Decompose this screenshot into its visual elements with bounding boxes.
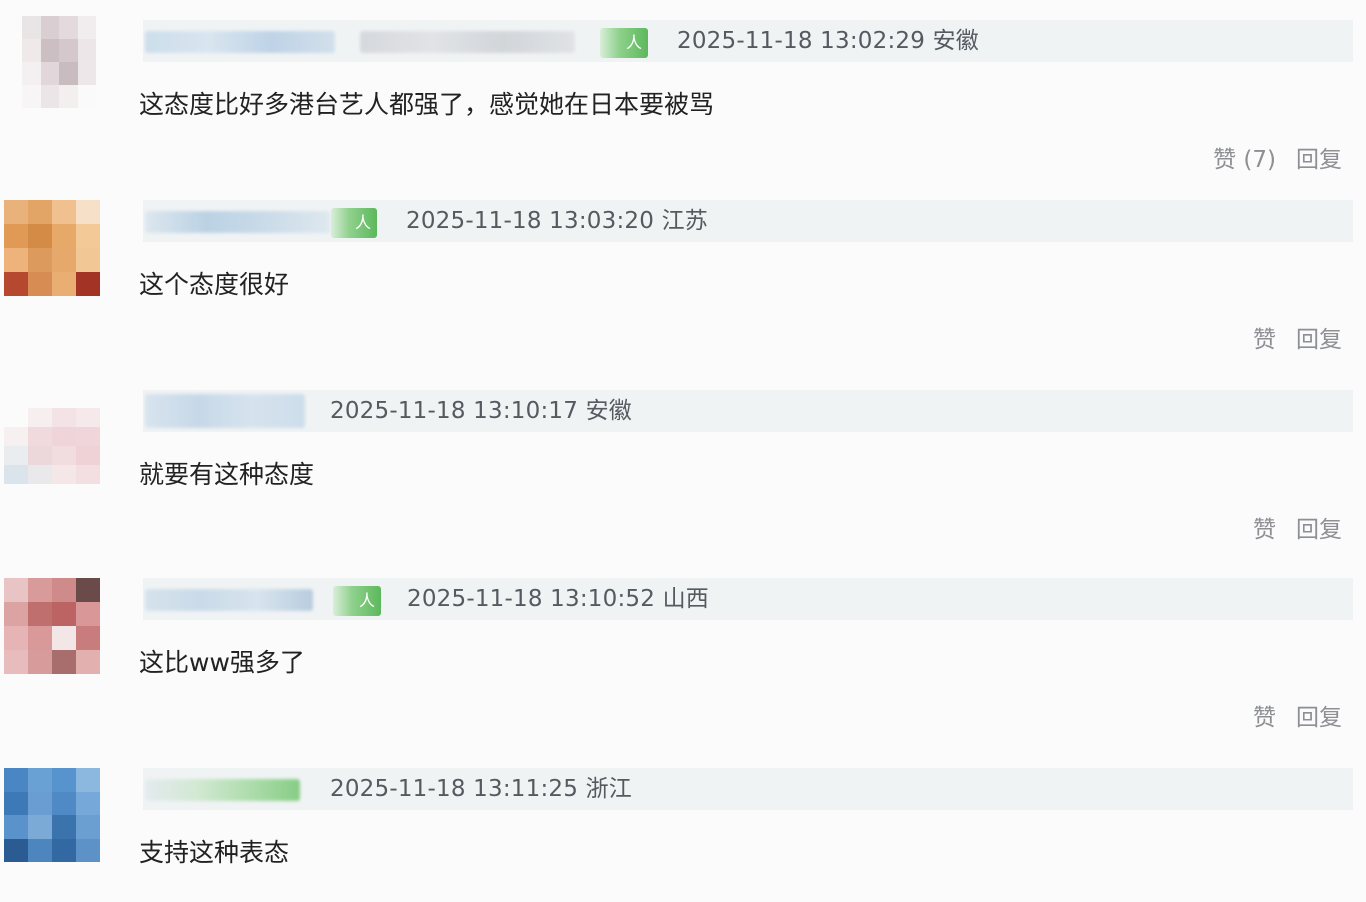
comment-list: 人 2025-11-18 13:02:29 安徽 这态度比好多港台艺人都强了，感… (0, 0, 1366, 902)
timestamp-location: 2025-11-18 13:03:20 江苏 (406, 206, 708, 236)
location: 安徽 (585, 398, 632, 424)
timestamp-location: 2025-11-18 13:11:25 浙江 (330, 774, 632, 804)
username-blurred (360, 31, 575, 53)
location: 山西 (662, 586, 709, 612)
timestamp-location: 2025-11-18 13:10:52 山西 (407, 584, 709, 614)
reply-button[interactable]: 回复 (1296, 703, 1342, 733)
timestamp-location: 2025-11-18 13:10:17 安徽 (330, 396, 632, 426)
timestamp: 2025-11-18 13:03:20 (406, 208, 655, 234)
avatar[interactable] (4, 768, 100, 862)
comment-item: 人 2025-11-18 13:10:52 山西 这比ww强多了 赞 回复 (0, 568, 1366, 758)
comment-text: 支持这种表态 (139, 838, 290, 867)
timestamp: 2025-11-18 13:02:29 (677, 28, 926, 54)
location: 安徽 (932, 28, 979, 54)
comment-text: 这个态度很好 (139, 270, 290, 299)
user-badge: 人 (600, 28, 648, 58)
comment-item: 2025-11-18 13:10:17 安徽 就要有这种态度 赞 回复 (0, 380, 1366, 570)
username-blurred[interactable] (145, 589, 313, 611)
comment-text: 这比ww强多了 (139, 648, 305, 677)
user-badge: 人 (331, 208, 377, 238)
comment-actions: 赞 回复 (1253, 325, 1342, 355)
timestamp: 2025-11-18 13:11:25 (330, 776, 579, 802)
username-blurred[interactable] (145, 779, 300, 801)
comment-meta-bar: 2025-11-18 13:10:17 安徽 (143, 390, 1353, 432)
comment-item: 2025-11-18 13:11:25 浙江 支持这种表态 (0, 758, 1366, 902)
location: 江苏 (661, 208, 708, 234)
comment-meta-bar: 2025-11-18 13:11:25 浙江 (143, 768, 1353, 810)
avatar[interactable] (22, 16, 96, 108)
location: 浙江 (585, 776, 632, 802)
timestamp-location: 2025-11-18 13:02:29 安徽 (677, 26, 979, 56)
reply-button[interactable]: 回复 (1296, 145, 1342, 175)
avatar[interactable] (4, 578, 100, 674)
like-button[interactable]: 赞 (1253, 515, 1276, 545)
username-blurred[interactable] (145, 31, 335, 53)
avatar[interactable] (4, 408, 100, 484)
username-blurred[interactable] (145, 394, 305, 428)
comment-actions: 赞 回复 (1253, 515, 1342, 545)
like-button[interactable]: 赞 (1253, 325, 1276, 355)
timestamp: 2025-11-18 13:10:52 (407, 586, 656, 612)
comment-text: 就要有这种态度 (139, 460, 315, 489)
comment-text: 这态度比好多港台艺人都强了，感觉她在日本要被骂 (139, 90, 715, 119)
comment-meta-bar: 人 2025-11-18 13:10:52 山西 (143, 578, 1353, 620)
like-button[interactable]: 赞 (1253, 703, 1276, 733)
comment-meta-bar: 人 2025-11-18 13:03:20 江苏 (143, 200, 1353, 242)
comment-meta-bar: 人 2025-11-18 13:02:29 安徽 (143, 20, 1353, 62)
avatar[interactable] (4, 200, 100, 296)
username-blurred[interactable] (145, 211, 330, 233)
comment-item: 人 2025-11-18 13:02:29 安徽 这态度比好多港台艺人都强了，感… (0, 10, 1366, 200)
comment-item: 人 2025-11-18 13:03:20 江苏 这个态度很好 赞 回复 (0, 190, 1366, 380)
user-badge: 人 (333, 586, 381, 616)
timestamp: 2025-11-18 13:10:17 (330, 398, 579, 424)
like-button[interactable]: 赞 (7) (1213, 145, 1276, 175)
comment-actions: 赞 回复 (1253, 703, 1342, 733)
reply-button[interactable]: 回复 (1296, 515, 1342, 545)
comment-actions: 赞 (7) 回复 (1213, 145, 1342, 175)
reply-button[interactable]: 回复 (1296, 325, 1342, 355)
